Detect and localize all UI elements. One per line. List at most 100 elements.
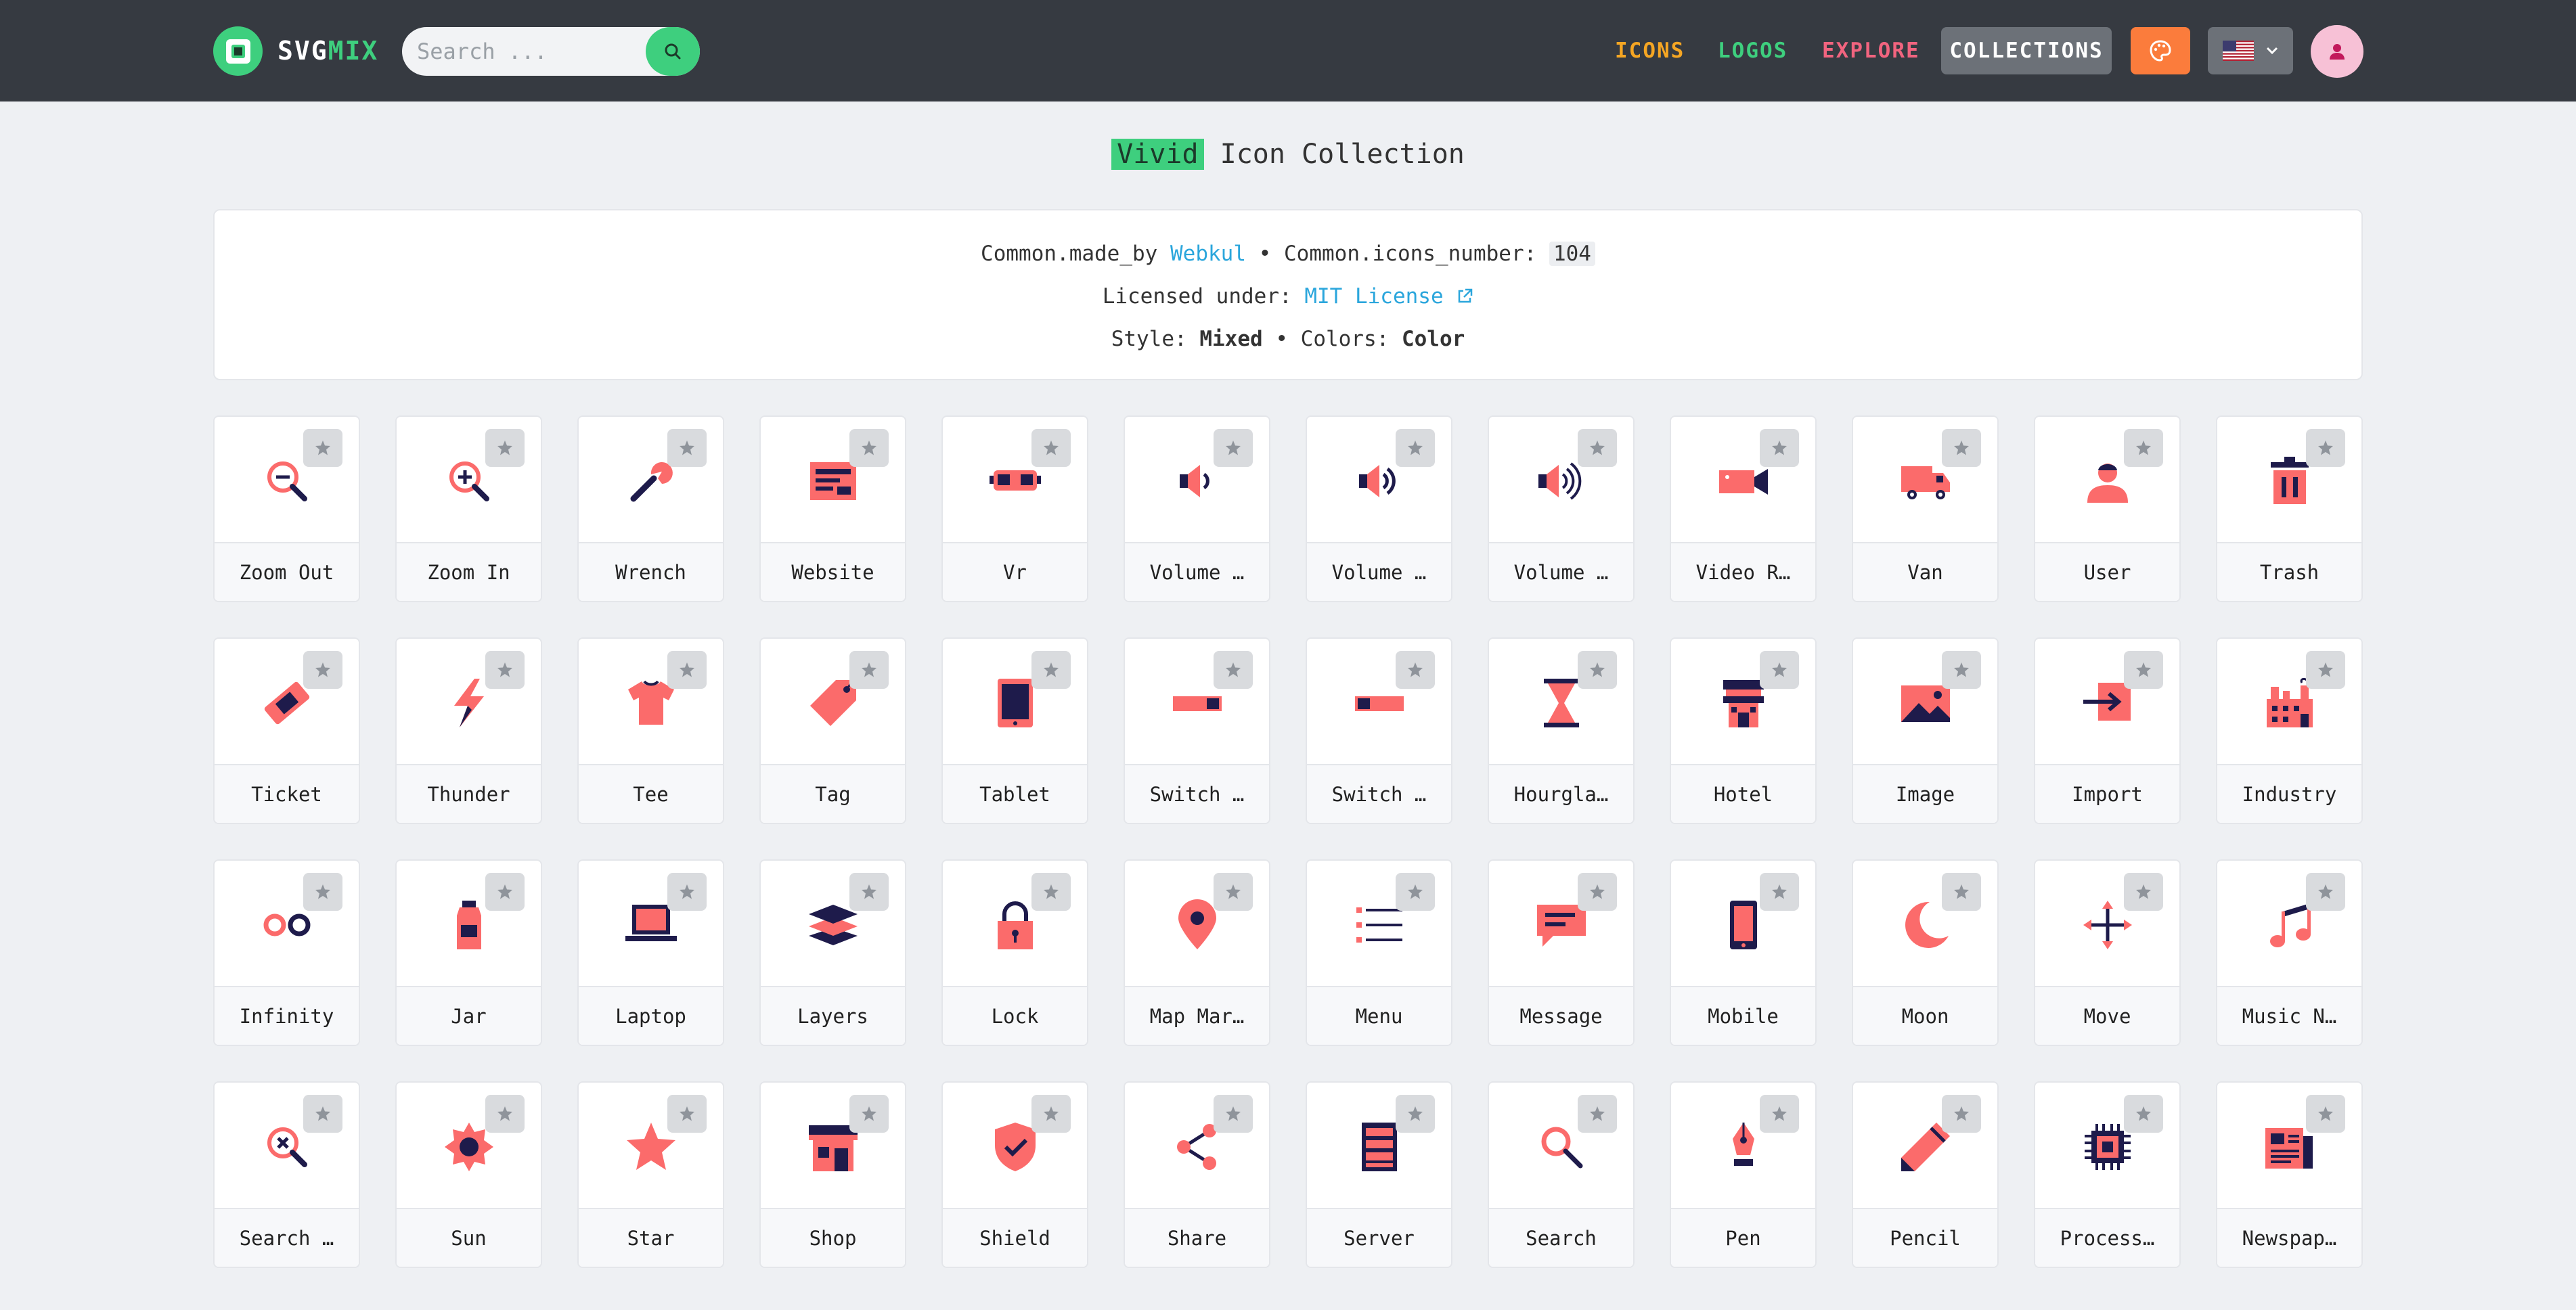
icon-card[interactable]: Share bbox=[1124, 1081, 1270, 1268]
nav-link-logos[interactable]: LOGOS bbox=[1718, 35, 1787, 66]
icon-label[interactable]: Newspap… bbox=[2217, 1208, 2361, 1267]
icon-label[interactable]: Infinity bbox=[215, 986, 359, 1045]
favorite-button[interactable] bbox=[667, 873, 707, 911]
icon-card[interactable]: Trash bbox=[2216, 415, 2363, 602]
icon-card[interactable]: Import bbox=[2034, 637, 2181, 824]
favorite-button[interactable] bbox=[303, 1095, 342, 1133]
icon-card[interactable]: Tag bbox=[759, 637, 906, 824]
nav-link-collections[interactable]: COLLECTIONS bbox=[1941, 27, 2112, 74]
nav-link-explore[interactable]: EXPLORE bbox=[1822, 35, 1920, 66]
icon-card[interactable]: Move bbox=[2034, 859, 2181, 1046]
author-link[interactable]: Webkul bbox=[1170, 242, 1246, 266]
favorite-button[interactable] bbox=[1578, 1095, 1617, 1133]
icon-card[interactable]: Tee bbox=[577, 637, 724, 824]
favorite-button[interactable] bbox=[1031, 1095, 1071, 1133]
favorite-button[interactable] bbox=[1760, 1095, 1799, 1133]
favorite-button[interactable] bbox=[1031, 651, 1071, 689]
user-avatar-button[interactable] bbox=[2311, 25, 2363, 78]
icon-label[interactable]: Sun bbox=[397, 1208, 541, 1267]
favorite-button[interactable] bbox=[1942, 1095, 1981, 1133]
icon-card[interactable]: Zoom In bbox=[395, 415, 542, 602]
icon-label[interactable]: Switch … bbox=[1307, 764, 1451, 823]
icon-card[interactable]: Jar bbox=[395, 859, 542, 1046]
icon-card[interactable]: Volume … bbox=[1488, 415, 1635, 602]
favorite-button[interactable] bbox=[1396, 429, 1435, 467]
favorite-button[interactable] bbox=[1760, 873, 1799, 911]
search-button[interactable] bbox=[646, 27, 700, 76]
icon-card[interactable]: Switch … bbox=[1306, 637, 1452, 824]
icon-card[interactable]: Message bbox=[1488, 859, 1635, 1046]
icon-label[interactable]: Ticket bbox=[215, 764, 359, 823]
favorite-button[interactable] bbox=[849, 1095, 889, 1133]
icon-label[interactable]: Mobile bbox=[1671, 986, 1815, 1045]
icon-card[interactable]: Industry bbox=[2216, 637, 2363, 824]
icon-label[interactable]: Hotel bbox=[1671, 764, 1815, 823]
icon-card[interactable]: Shield bbox=[941, 1081, 1088, 1268]
icon-card[interactable]: Volume … bbox=[1124, 415, 1270, 602]
icon-card[interactable]: Tablet bbox=[941, 637, 1088, 824]
icon-label[interactable]: Moon bbox=[1853, 986, 1997, 1045]
icon-card[interactable]: Sun bbox=[395, 1081, 542, 1268]
icon-label[interactable]: Zoom In bbox=[397, 542, 541, 601]
favorite-button[interactable] bbox=[2124, 429, 2163, 467]
favorite-button[interactable] bbox=[849, 429, 889, 467]
icon-label[interactable]: Shield bbox=[943, 1208, 1087, 1267]
icon-label[interactable]: Process… bbox=[2035, 1208, 2179, 1267]
favorite-button[interactable] bbox=[2124, 651, 2163, 689]
icon-label[interactable]: Menu bbox=[1307, 986, 1451, 1045]
favorite-button[interactable] bbox=[2124, 873, 2163, 911]
external-link-icon[interactable] bbox=[1456, 288, 1473, 305]
icon-label[interactable]: Switch … bbox=[1125, 764, 1269, 823]
favorite-button[interactable] bbox=[1214, 1095, 1253, 1133]
favorite-button[interactable] bbox=[1578, 651, 1617, 689]
favorite-button[interactable] bbox=[1396, 1095, 1435, 1133]
favorite-button[interactable] bbox=[2124, 1095, 2163, 1133]
icon-card[interactable]: Wrench bbox=[577, 415, 724, 602]
icon-label[interactable]: Van bbox=[1853, 542, 1997, 601]
theme-palette-button[interactable] bbox=[2131, 27, 2190, 74]
icon-card[interactable]: Music N… bbox=[2216, 859, 2363, 1046]
icon-label[interactable]: Server bbox=[1307, 1208, 1451, 1267]
icon-card[interactable]: Newspap… bbox=[2216, 1081, 2363, 1268]
nav-link-icons[interactable]: ICONS bbox=[1615, 35, 1685, 66]
icon-label[interactable]: Search … bbox=[215, 1208, 359, 1267]
icon-label[interactable]: Pen bbox=[1671, 1208, 1815, 1267]
license-link[interactable]: MIT License bbox=[1304, 284, 1443, 309]
icon-label[interactable]: Volume … bbox=[1125, 542, 1269, 601]
icon-card[interactable]: Van bbox=[1852, 415, 1999, 602]
icon-card[interactable]: Star bbox=[577, 1081, 724, 1268]
icon-label[interactable]: Volume … bbox=[1489, 542, 1633, 601]
icon-card[interactable]: Moon bbox=[1852, 859, 1999, 1046]
favorite-button[interactable] bbox=[1760, 651, 1799, 689]
icon-label[interactable]: Star bbox=[579, 1208, 723, 1267]
favorite-button[interactable] bbox=[1031, 429, 1071, 467]
favorite-button[interactable] bbox=[849, 651, 889, 689]
language-selector[interactable] bbox=[2208, 27, 2293, 74]
icon-card[interactable]: Pencil bbox=[1852, 1081, 1999, 1268]
icon-card[interactable]: Website bbox=[759, 415, 906, 602]
icon-label[interactable]: Laptop bbox=[579, 986, 723, 1045]
icon-card[interactable]: Server bbox=[1306, 1081, 1452, 1268]
favorite-button[interactable] bbox=[303, 429, 342, 467]
icon-label[interactable]: Industry bbox=[2217, 764, 2361, 823]
favorite-button[interactable] bbox=[1760, 429, 1799, 467]
favorite-button[interactable] bbox=[485, 429, 525, 467]
icon-label[interactable]: Video R… bbox=[1671, 542, 1815, 601]
icon-label[interactable]: Shop bbox=[761, 1208, 905, 1267]
icon-label[interactable]: Hourgla… bbox=[1489, 764, 1633, 823]
icon-card[interactable]: Search … bbox=[213, 1081, 360, 1268]
icon-card[interactable]: Image bbox=[1852, 637, 1999, 824]
icon-card[interactable]: Infinity bbox=[213, 859, 360, 1046]
favorite-button[interactable] bbox=[849, 873, 889, 911]
icon-label[interactable]: Share bbox=[1125, 1208, 1269, 1267]
favorite-button[interactable] bbox=[485, 651, 525, 689]
icon-label[interactable]: Import bbox=[2035, 764, 2179, 823]
favorite-button[interactable] bbox=[1396, 873, 1435, 911]
icon-card[interactable]: Switch … bbox=[1124, 637, 1270, 824]
favorite-button[interactable] bbox=[1396, 651, 1435, 689]
icon-label[interactable]: Wrench bbox=[579, 542, 723, 601]
favorite-button[interactable] bbox=[1942, 651, 1981, 689]
favorite-button[interactable] bbox=[667, 429, 707, 467]
icon-card[interactable]: Lock bbox=[941, 859, 1088, 1046]
icon-label[interactable]: Move bbox=[2035, 986, 2179, 1045]
